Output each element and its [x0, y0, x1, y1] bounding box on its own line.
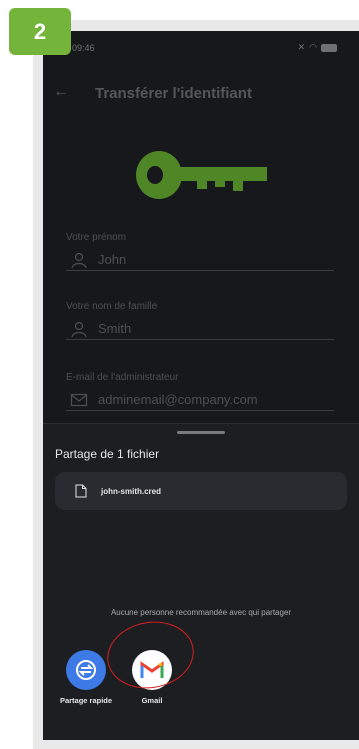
- envelope-icon: [70, 393, 88, 406]
- last-name-input[interactable]: Smith: [66, 318, 334, 340]
- first-name-field[interactable]: Votre prénom John: [66, 232, 334, 271]
- status-icons: ✕ ◠: [298, 42, 337, 53]
- key-icon: [136, 151, 267, 199]
- admin-email-input[interactable]: adminemail@company.com: [66, 389, 334, 411]
- wifi-icon: ◠: [309, 42, 317, 52]
- last-name-value: Smith: [98, 321, 132, 336]
- first-name-label: Votre prénom: [66, 232, 127, 243]
- mute-icon: ✕: [297, 42, 306, 52]
- first-name-input[interactable]: John: [66, 249, 334, 271]
- first-name-value: John: [98, 252, 127, 267]
- battery-icon: [321, 43, 337, 52]
- drag-handle[interactable]: [177, 431, 225, 434]
- file-icon: [75, 484, 87, 498]
- status-bar: 09:46 ✕ ◠: [43, 39, 359, 59]
- quick-share-icon: [66, 650, 106, 690]
- admin-email-label: E-mail de l'administrateur: [66, 372, 179, 383]
- user-icon: [71, 252, 87, 268]
- app-bar: ← Transférer l'identifiant: [43, 79, 359, 109]
- tutorial-screenshot: 2 09:46 ✕ ◠ ← Transférer l'identifiant V…: [0, 0, 359, 749]
- phone-screen: 09:46 ✕ ◠ ← Transférer l'identifiant Vot…: [43, 31, 359, 740]
- page-title: Transférer l'identifiant: [95, 85, 252, 102]
- last-name-label: Votre nom de famille: [66, 301, 158, 312]
- back-arrow-icon[interactable]: ←: [53, 83, 69, 101]
- gmail-label: Gmail: [141, 696, 163, 705]
- shared-file-card: john-smith.cred: [55, 472, 347, 510]
- last-name-field[interactable]: Votre nom de famille Smith: [66, 301, 334, 340]
- admin-email-value: adminemail@company.com: [98, 392, 258, 407]
- user-icon: [71, 321, 87, 337]
- no-recommendation-text: Aucune personne recommandée avec qui par…: [110, 608, 292, 617]
- status-time: 09:46: [72, 43, 95, 53]
- step-number-badge: 2: [9, 8, 71, 55]
- share-sheet: Partage de 1 fichier john-smith.cred Auc…: [43, 423, 359, 740]
- admin-email-field[interactable]: E-mail de l'administrateur adminemail@co…: [66, 372, 334, 411]
- shared-file-name: john-smith.cred: [101, 486, 162, 496]
- share-sheet-title: Partage de 1 fichier: [55, 447, 160, 461]
